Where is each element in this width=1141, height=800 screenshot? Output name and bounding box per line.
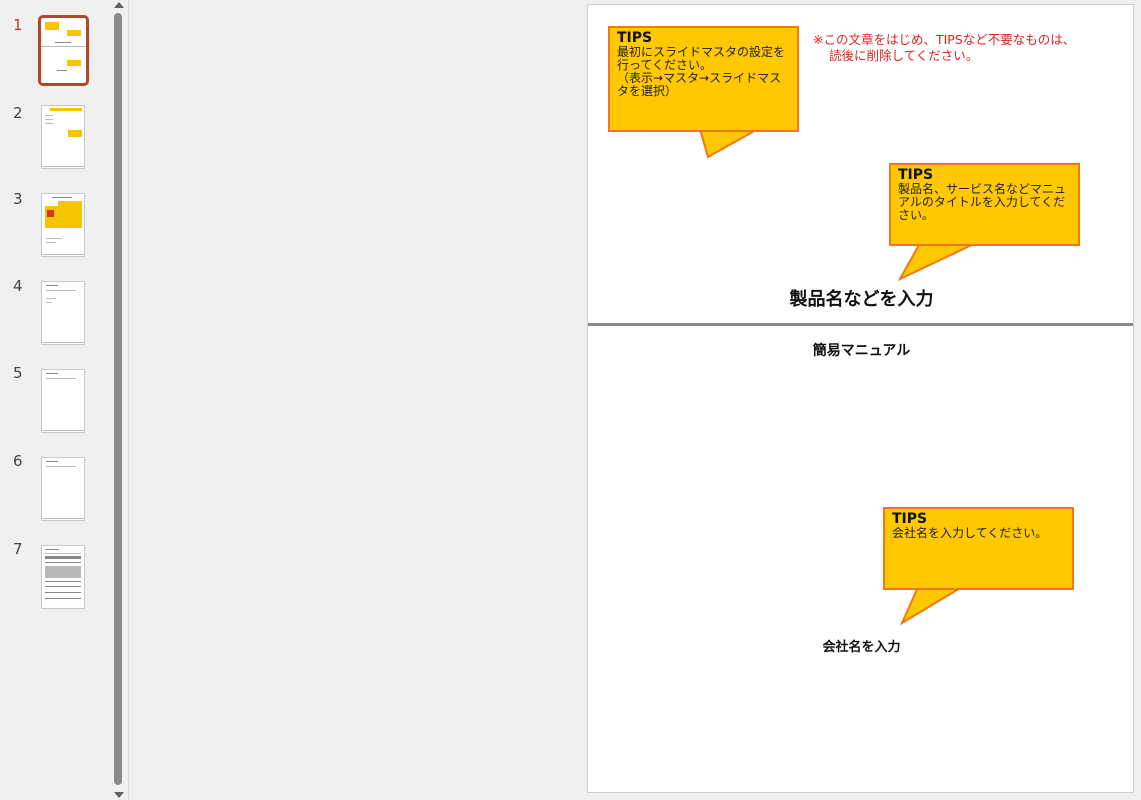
slide-thumbnail-3[interactable] xyxy=(41,193,85,257)
slide-canvas[interactable]: ※この文章をはじめ、TIPSなど不要なものは、 読後に削除してください。 TIP… xyxy=(587,4,1134,793)
slide-thumbnail-5[interactable] xyxy=(41,369,85,433)
slide-title-placeholder[interactable]: 製品名などを入力 xyxy=(588,285,1133,311)
tips-callout-3-title: TIPS xyxy=(892,511,928,527)
slide-thumbnail-4[interactable] xyxy=(41,281,85,345)
thumbnail-number-3: 3 xyxy=(13,190,23,208)
slide-thumbnail-6[interactable] xyxy=(41,457,85,521)
note-line-1: ※この文章をはじめ、TIPSなど不要なものは、 xyxy=(813,32,1076,47)
thumbnail-number-1: 1 xyxy=(13,16,23,34)
tips-callout-1-line-4: タを選択） xyxy=(617,84,678,98)
tips-callout-2-line-3: さい。 xyxy=(898,208,935,222)
slide-thumbnail-7[interactable] xyxy=(41,545,85,609)
scrollbar-thumb[interactable] xyxy=(114,13,122,785)
thumbnail-number-5: 5 xyxy=(13,364,23,382)
tips-callout-1-tail xyxy=(698,127,762,159)
slide-thumbnail-2[interactable] xyxy=(41,105,85,169)
delete-note-text[interactable]: ※この文章をはじめ、TIPSなど不要なものは、 読後に削除してください。 xyxy=(813,32,1118,64)
tips-callout-3[interactable]: TIPS 会社名を入力してください。 xyxy=(883,507,1074,590)
company-name-placeholder[interactable]: 会社名を入力 xyxy=(588,636,1133,655)
thumbnail-number-2: 2 xyxy=(13,104,23,122)
tips-callout-2-title: TIPS xyxy=(898,167,934,183)
thumbnail-number-7: 7 xyxy=(13,540,23,558)
tips-callout-1-title: TIPS xyxy=(617,30,653,46)
slide-thumbnail-1[interactable] xyxy=(38,15,89,86)
slide-subtitle-placeholder[interactable]: 簡易マニュアル xyxy=(588,340,1133,360)
thumbnail-number-4: 4 xyxy=(13,277,23,295)
tips-callout-1[interactable]: TIPS 最初にスライドマスタの設定を 行ってください。 （表示→マスタ→スライ… xyxy=(608,26,799,132)
scroll-up-arrow-icon[interactable] xyxy=(114,2,124,8)
thumbnail-number-6: 6 xyxy=(13,452,23,470)
presentation-editor: 1 2 3 4 5 6 7 ※この文章をはじめ、TIPSなど不要なものは、 読後… xyxy=(0,0,1141,800)
slide-thumbnail-pane: 1 2 3 4 5 6 7 xyxy=(0,0,110,800)
scroll-down-arrow-icon[interactable] xyxy=(114,792,124,798)
thumbnail-scrollbar[interactable] xyxy=(110,0,128,800)
note-line-2: 読後に削除してください。 xyxy=(829,48,979,63)
title-divider-line xyxy=(588,323,1133,326)
tips-callout-2-tail xyxy=(897,241,977,282)
tips-callout-2[interactable]: TIPS 製品名、サービス名などマニュ アルのタイトルを入力してくだ さい。 xyxy=(889,163,1080,246)
tips-callout-3-tail xyxy=(899,585,966,626)
pane-divider[interactable] xyxy=(128,0,129,800)
tips-callout-3-line-1: 会社名を入力してください。 xyxy=(892,526,1048,540)
